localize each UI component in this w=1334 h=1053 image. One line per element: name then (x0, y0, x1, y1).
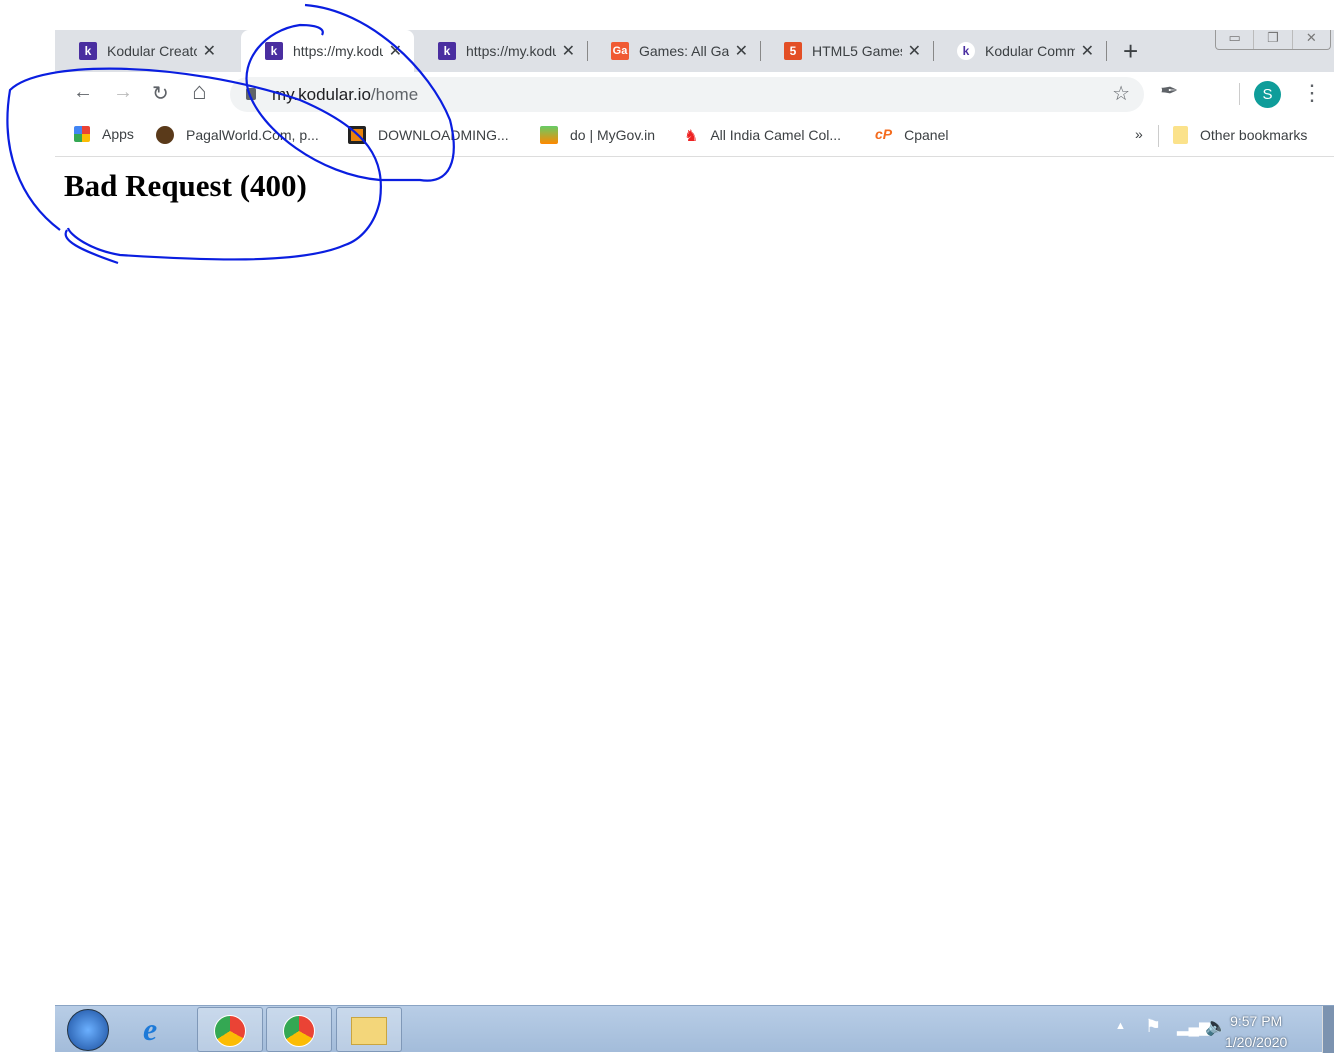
chrome-profile-taskbar-button[interactable] (266, 1007, 332, 1052)
chrome-taskbar-button[interactable] (197, 1007, 263, 1052)
chrome-icon (214, 1015, 246, 1047)
pen-annotation-scribble (6, 3, 455, 265)
explorer-taskbar-button[interactable] (336, 1007, 402, 1052)
folder-icon (351, 1017, 387, 1045)
clock-date: 1/20/2020 (1225, 1034, 1288, 1050)
show-desktop-button[interactable] (1322, 1006, 1334, 1053)
clock[interactable]: 9:57 PM 1/20/2020 (1225, 1011, 1287, 1053)
clock-time: 9:57 PM (1230, 1013, 1283, 1029)
chrome-icon (283, 1015, 315, 1047)
taskbar: e ▲ ⚑ ▂▄▆ 🔈 9:57 PM 1/20/2020 (55, 1005, 1334, 1053)
show-hidden-icons-button[interactable]: ▲ (1115, 1020, 1126, 1032)
start-button[interactable] (67, 1009, 109, 1051)
action-center-flag-icon[interactable]: ⚑ (1145, 1016, 1161, 1037)
internet-explorer-icon[interactable]: e (143, 1011, 157, 1048)
